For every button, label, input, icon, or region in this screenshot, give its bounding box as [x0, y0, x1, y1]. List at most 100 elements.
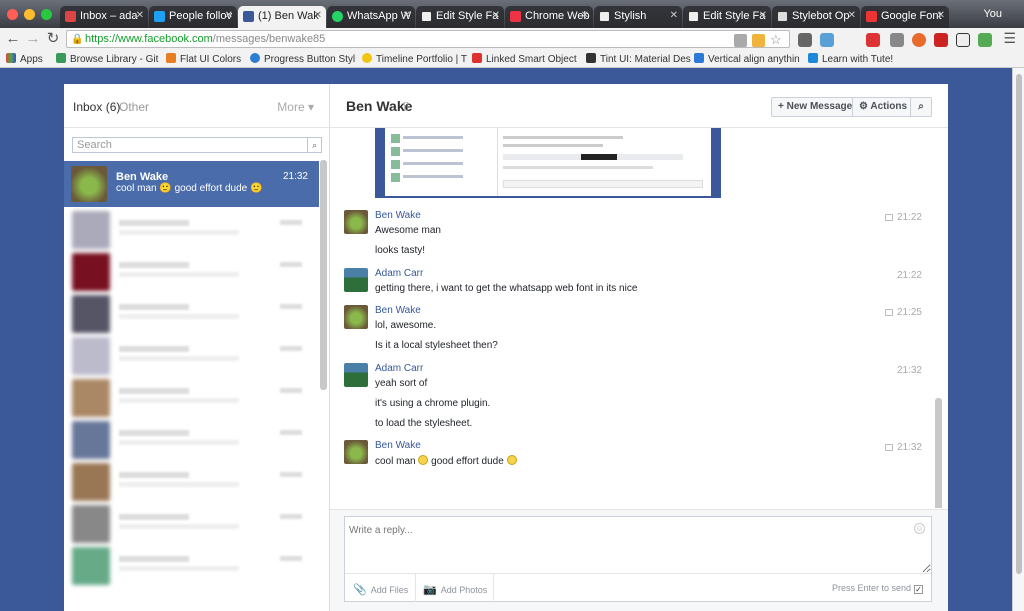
zoom-window-button[interactable]	[41, 9, 52, 20]
thread-list-scrollbar[interactable]	[320, 160, 327, 390]
close-tab-icon[interactable]: ✕	[581, 10, 589, 21]
tab-stylebot[interactable]: Stylebot Op ✕	[772, 6, 860, 28]
emoji-picker-icon[interactable]: ☺	[914, 523, 925, 534]
tab-chrome-web-store[interactable]: Chrome Web ✕	[505, 6, 593, 28]
tab-facebook[interactable]: (1) Ben Wak ✕	[238, 6, 326, 28]
add-files-button[interactable]: 📎 Add Files	[353, 583, 408, 596]
lastpass-icon[interactable]	[934, 33, 948, 47]
adobe-icon	[472, 53, 482, 63]
search-icon[interactable]: ⌕	[307, 138, 321, 152]
bookmark-item[interactable]: Tint UI: Material Des	[586, 53, 691, 65]
avatar[interactable]	[344, 210, 368, 234]
checkbox-checked-icon[interactable]: ✓	[914, 585, 923, 594]
page-scrollbar-thumb[interactable]	[1016, 74, 1022, 574]
smile-emoji-icon	[506, 455, 517, 465]
press-enter-toggle[interactable]: Press Enter to send ✓	[832, 583, 923, 594]
reload-icon[interactable]: ↻	[44, 30, 62, 48]
conversation-scrollbar[interactable]	[935, 398, 942, 508]
add-photos-button[interactable]: 📷 Add Photos	[423, 583, 487, 596]
bookmark-item[interactable]: Linked Smart Object	[472, 53, 577, 65]
paperclip-icon: 📎	[353, 584, 367, 596]
chat-bubble-icon	[884, 214, 893, 221]
thread-item[interactable]	[64, 544, 314, 586]
page-scrollbar[interactable]	[1012, 68, 1024, 611]
tab-edit-style-2[interactable]: Edit Style Fa ✕	[683, 6, 771, 28]
thread-item[interactable]	[64, 208, 314, 250]
inbox-tab[interactable]: Inbox (6)	[73, 100, 120, 114]
reply-textarea[interactable]	[345, 517, 931, 573]
address-bar[interactable]: 🔒 https://www.facebook.com/messages/benw…	[66, 30, 790, 48]
css-extension-icon[interactable]	[978, 33, 992, 47]
shield-icon[interactable]	[734, 34, 747, 47]
bookmark-star-icon[interactable]: ☆	[770, 33, 783, 47]
thread-name: Ben Wake	[116, 171, 169, 183]
thread-item[interactable]	[64, 418, 314, 460]
gmail-checker-icon[interactable]	[890, 33, 904, 47]
close-tab-icon[interactable]: ✕	[937, 10, 945, 21]
bookmark-item[interactable]: Progress Button Styl	[250, 53, 355, 65]
chrome-store-icon	[510, 11, 521, 22]
tab-twitter[interactable]: People follov ✕	[149, 6, 237, 28]
bookmark-item[interactable]: Browse Library - Git	[56, 53, 158, 65]
bookmark-item[interactable]: Apps	[6, 53, 43, 65]
thread-item[interactable]	[64, 250, 314, 292]
back-arrow-icon[interactable]: ←	[4, 30, 22, 48]
actions-button[interactable]: ⚙ Actions	[852, 97, 915, 117]
message-sender[interactable]: Ben Wake	[375, 440, 421, 451]
bookmark-item[interactable]: Timeline Portfolio | T	[362, 53, 467, 65]
avatar[interactable]	[344, 440, 368, 464]
thread-item[interactable]	[64, 460, 314, 502]
thread-item[interactable]	[64, 502, 314, 544]
extension-eyedropper-icon[interactable]	[798, 33, 812, 47]
stylish-extension-icon[interactable]	[956, 33, 970, 47]
thread-item[interactable]	[64, 292, 314, 334]
profile-button[interactable]: You	[983, 8, 1002, 20]
more-dropdown[interactable]: More ▾	[277, 100, 314, 114]
hamburger-menu-icon[interactable]: ☰	[1003, 30, 1016, 47]
bookmark-item[interactable]: Learn with Tute!	[808, 53, 893, 65]
tab-whatsapp[interactable]: WhatsApp W ✕	[327, 6, 415, 28]
thread-item[interactable]	[64, 334, 314, 376]
inbox-header: Inbox (6) Other More ▾	[64, 84, 330, 128]
forward-arrow-icon[interactable]: →	[24, 30, 42, 48]
close-window-button[interactable]	[7, 9, 18, 20]
shared-screenshot-image[interactable]	[375, 128, 721, 198]
tab-gmail[interactable]: Inbox – ada ✕	[60, 6, 148, 28]
avatar	[72, 295, 110, 333]
message-sender[interactable]: Ben Wake	[375, 210, 421, 221]
tab-stylish[interactable]: Stylish ✕	[594, 6, 682, 28]
cube-icon[interactable]	[752, 34, 765, 47]
tab-google-fonts[interactable]: Google Font ✕	[861, 6, 949, 28]
search-messages-button[interactable]: ⌕	[910, 97, 932, 117]
close-tab-icon[interactable]: ✕	[670, 10, 678, 21]
new-message-button[interactable]: + New Message	[771, 97, 860, 117]
thread-item-selected[interactable]: Ben Wake cool man 🙂 good effort dude 🙂 2…	[64, 161, 319, 207]
close-tab-icon[interactable]: ✕	[492, 10, 500, 21]
thread-item[interactable]	[64, 376, 314, 418]
tab-edit-style[interactable]: Edit Style Fa ✕	[416, 6, 504, 28]
adblock-icon[interactable]	[866, 33, 880, 47]
avatar[interactable]	[344, 363, 368, 387]
message-sender[interactable]: Ben Wake	[375, 305, 421, 316]
close-tab-icon[interactable]: ✕	[403, 10, 411, 21]
minimize-window-button[interactable]	[24, 9, 35, 20]
bookmark-item[interactable]: Vertical align anythin	[694, 53, 800, 65]
fox-extension-icon[interactable]	[912, 33, 926, 47]
avatar[interactable]	[344, 268, 368, 292]
close-tab-icon[interactable]: ✕	[848, 10, 856, 21]
bookmark-item[interactable]: Flat UI Colors	[166, 53, 241, 65]
close-tab-icon[interactable]: ✕	[759, 10, 767, 21]
extension-camera-icon[interactable]	[820, 33, 834, 47]
message-thread: Ben Wake 21:22 Awesome man looks tasty! …	[330, 128, 948, 508]
message-sender[interactable]: Adam Carr	[375, 363, 423, 374]
other-tab[interactable]: Other	[119, 100, 149, 114]
avatar[interactable]	[344, 305, 368, 329]
close-tab-icon[interactable]: ✕	[314, 10, 322, 21]
bookmark-label: Tint UI: Material Des	[600, 54, 691, 65]
close-tab-icon[interactable]: ✕	[136, 10, 144, 21]
stylebot-icon	[777, 11, 788, 22]
url-path: /messages/benwake85	[212, 33, 326, 45]
message-sender[interactable]: Adam Carr	[375, 268, 423, 279]
close-tab-icon[interactable]: ✕	[225, 10, 233, 21]
search-input[interactable]: Search ⌕	[72, 137, 322, 153]
